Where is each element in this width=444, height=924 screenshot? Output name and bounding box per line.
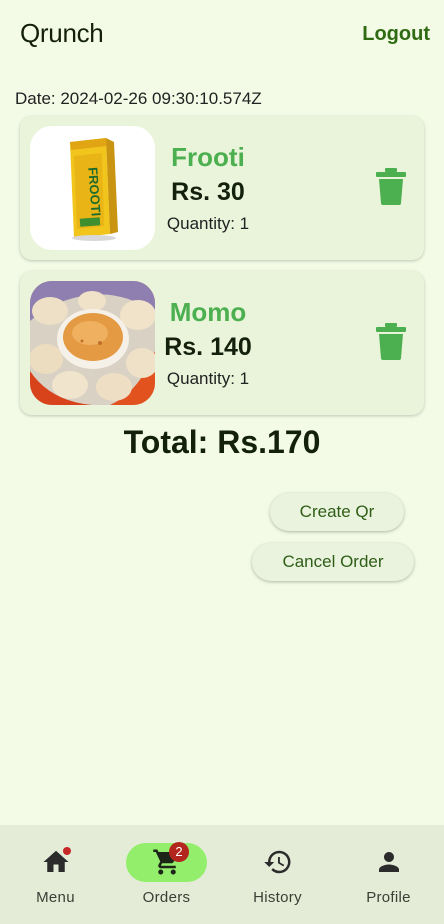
nav-item-history[interactable]: History xyxy=(222,825,333,924)
nav-label: Orders xyxy=(142,889,191,906)
nav-label: Menu xyxy=(36,889,75,906)
frooti-product-image: FROOTI xyxy=(30,126,155,250)
delete-item-button[interactable] xyxy=(374,321,408,361)
nav-item-menu[interactable]: Menu xyxy=(0,825,111,924)
nav-label: History xyxy=(253,889,302,906)
momo-product-image xyxy=(30,281,155,405)
item-price: Rs. 140 xyxy=(164,333,252,361)
nav-label: Profile xyxy=(366,889,411,906)
app-bar: Qrunch Logout xyxy=(0,0,444,72)
item-name: Frooti xyxy=(171,142,245,172)
order-item-card: Momo Rs. 140 Quantity: 1 xyxy=(20,271,424,415)
delete-item-button[interactable] xyxy=(374,166,408,206)
cart-count-badge: 2 xyxy=(169,842,189,862)
trash-icon xyxy=(376,168,406,205)
person-icon xyxy=(378,852,399,872)
cancel-order-button[interactable]: Cancel Order xyxy=(252,543,414,581)
logout-button[interactable]: Logout xyxy=(362,23,430,46)
order-item-card: FROOTI Frooti Rs. 30 Quantity: 1 xyxy=(20,116,424,260)
nav-item-profile[interactable]: Profile xyxy=(333,825,444,924)
item-quantity: Quantity: 1 xyxy=(166,214,250,233)
item-quantity: Quantity: 1 xyxy=(166,369,250,388)
app-title: Qrunch xyxy=(20,18,104,48)
item-name: Momo xyxy=(169,297,247,327)
order-date: Date: 2024-02-26 09:30:10.574Z xyxy=(15,89,262,108)
notification-dot xyxy=(63,847,71,855)
nav-item-orders[interactable]: 2 Orders xyxy=(111,825,222,924)
trash-icon xyxy=(376,323,406,360)
item-price: Rs. 30 xyxy=(171,178,245,206)
bottom-navigation: Menu 2 Orders History Profile xyxy=(0,825,444,924)
create-qr-button[interactable]: Create Qr xyxy=(270,493,404,531)
order-total: Total: Rs.170 xyxy=(123,424,321,460)
history-icon xyxy=(263,850,290,874)
